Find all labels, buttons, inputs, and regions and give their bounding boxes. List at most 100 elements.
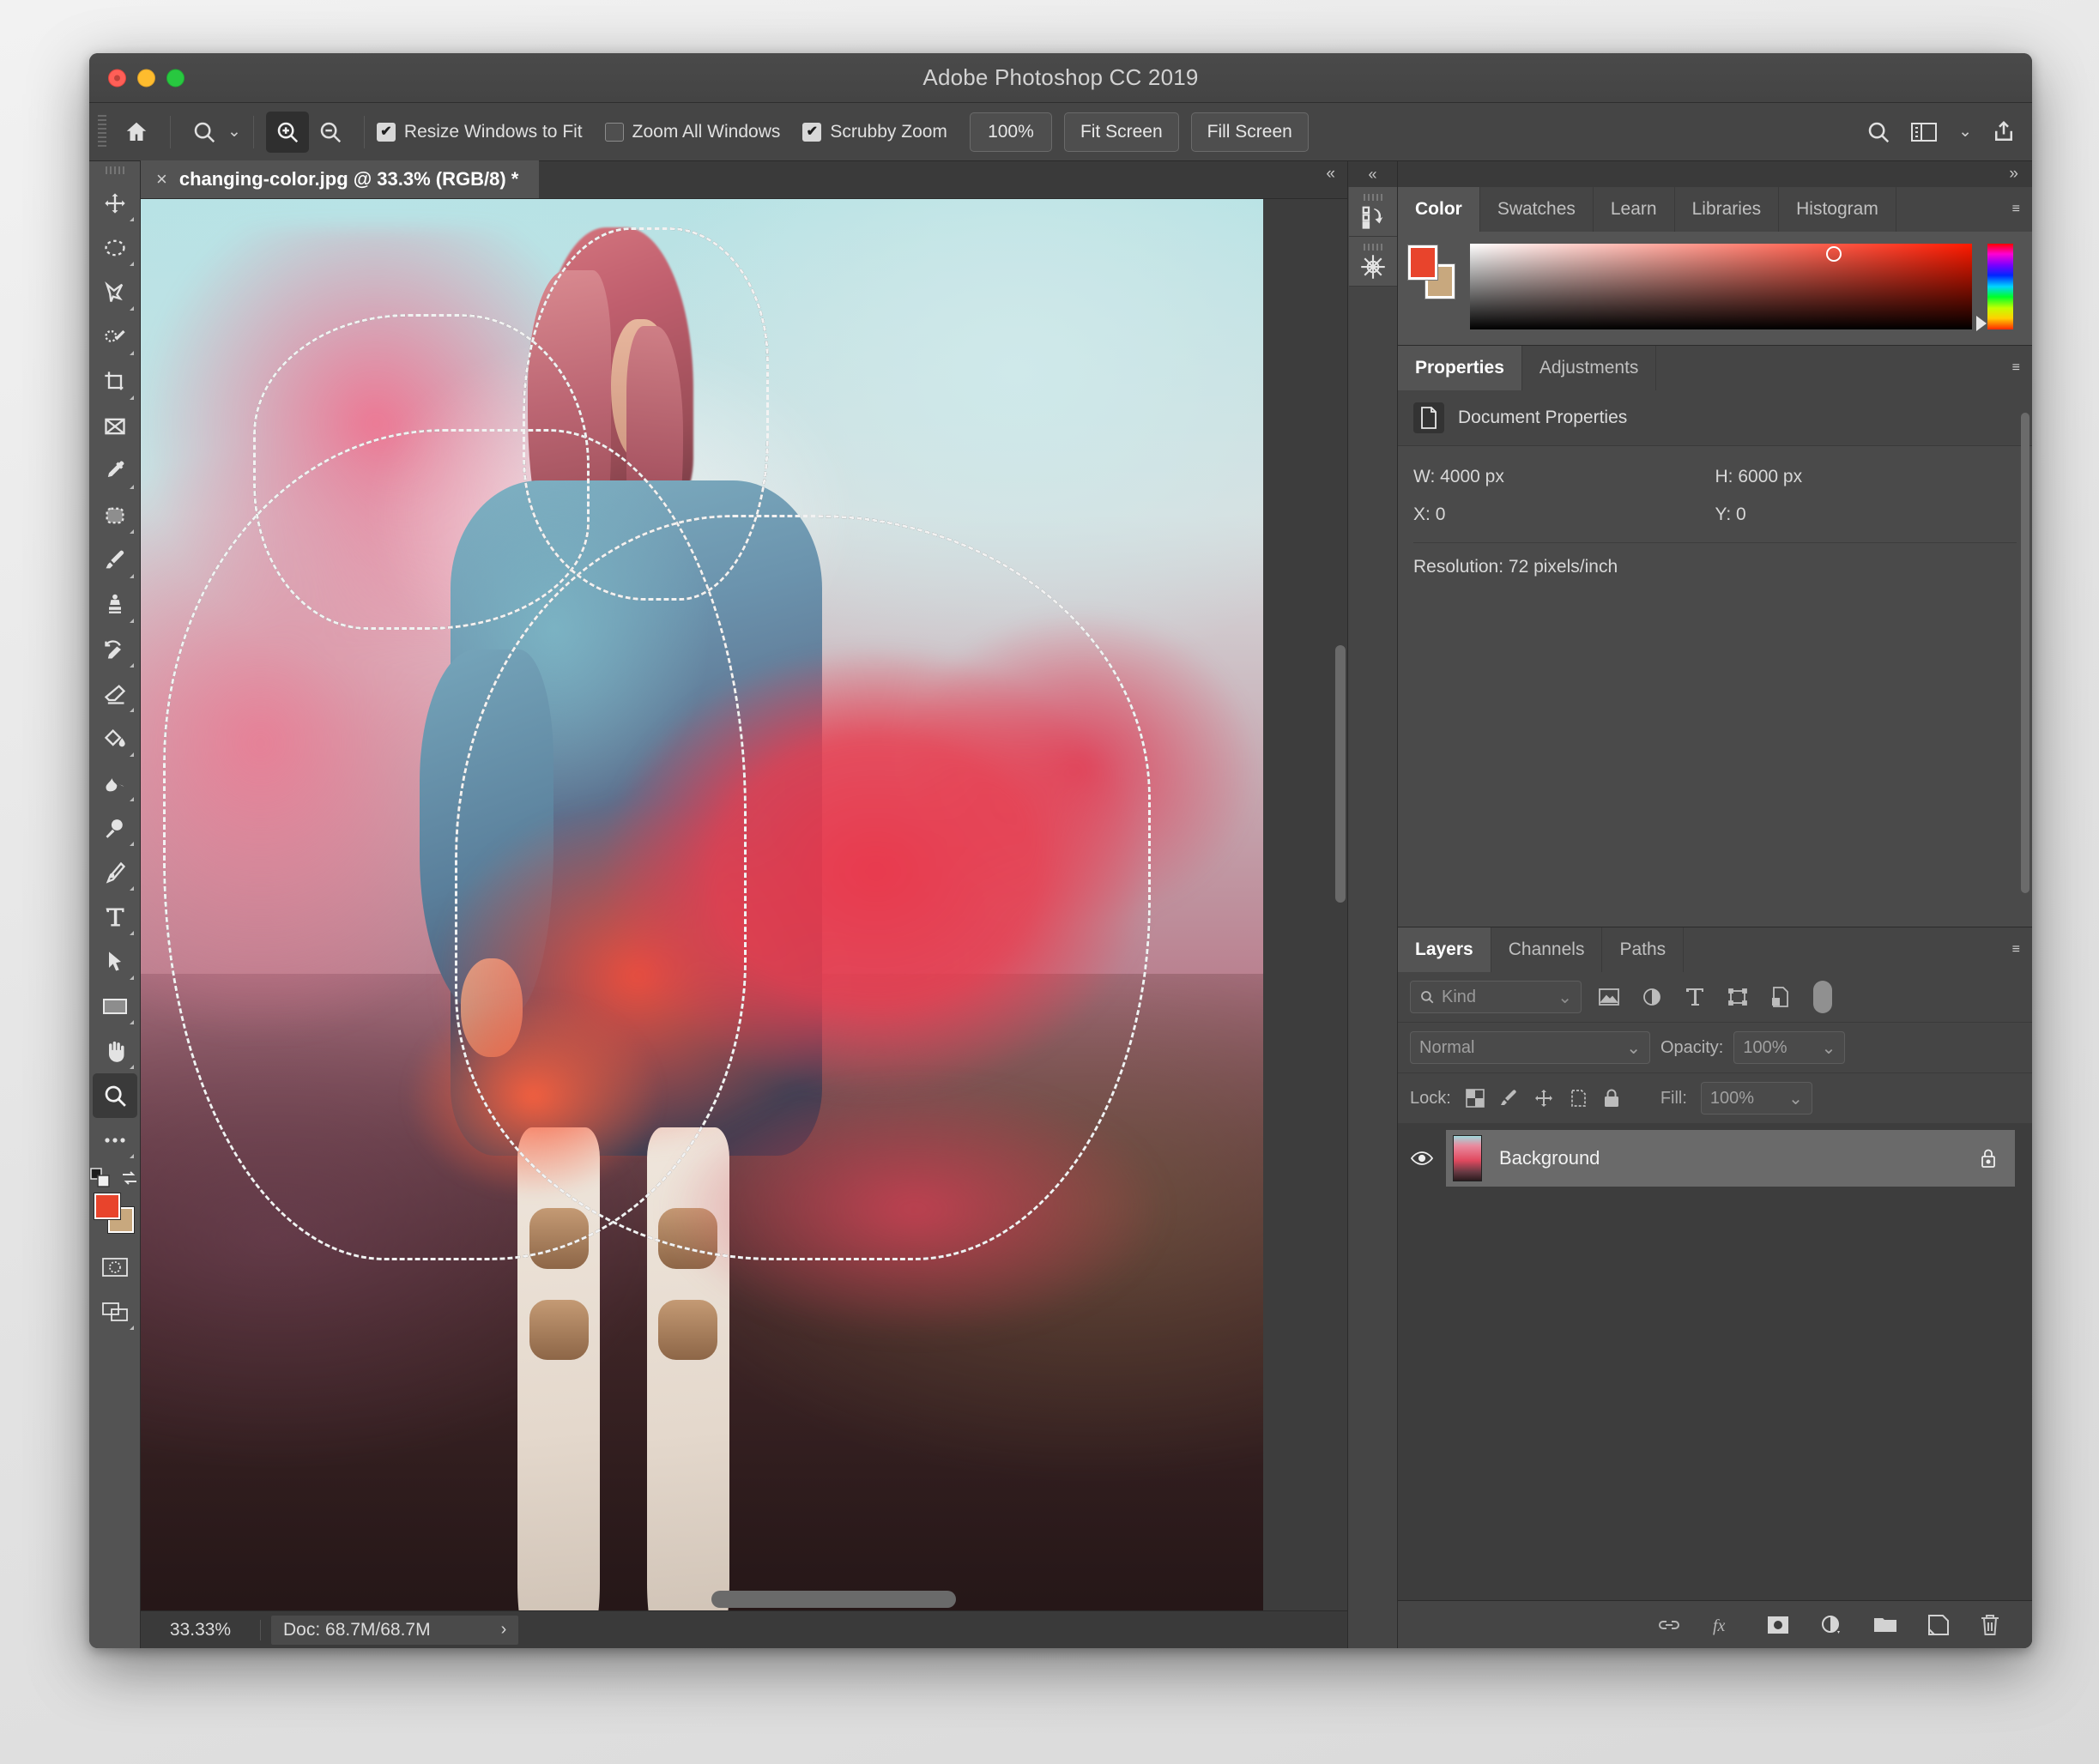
hue-strip[interactable]: [1987, 244, 2013, 329]
saturation-brightness-field[interactable]: [1470, 244, 1972, 329]
layer-visibility-eye-icon[interactable]: [1398, 1150, 1446, 1167]
layers-panel-menu-icon[interactable]: ≡: [2012, 942, 2020, 958]
properties-scrollbar[interactable]: [2021, 413, 2029, 893]
status-doc-info[interactable]: Doc: 68.7M/68.7M ›: [271, 1615, 519, 1645]
elliptical-marquee-tool[interactable]: [93, 226, 137, 270]
eyedropper-tool[interactable]: [93, 449, 137, 493]
canvas-area[interactable]: [141, 199, 1347, 1610]
eraser-tool[interactable]: [93, 672, 137, 716]
dodge-tool[interactable]: [93, 806, 137, 850]
color-panel-swatches[interactable]: [1407, 245, 1456, 299]
rectangle-tool[interactable]: [93, 984, 137, 1029]
chevron-down-icon[interactable]: ⌄: [1558, 987, 1572, 1008]
shape-layer-filter-icon[interactable]: [1722, 987, 1753, 1007]
checkbox-box[interactable]: [604, 122, 624, 142]
layer-locked-icon[interactable]: [1979, 1147, 1998, 1169]
zoom-100-button[interactable]: 100%: [969, 112, 1052, 152]
collapse-panels-icon[interactable]: «: [1326, 165, 1335, 184]
chevron-down-icon[interactable]: ⌄: [1810, 1037, 1836, 1059]
hand-tool[interactable]: [93, 1029, 137, 1073]
lock-transparent-pixels-icon[interactable]: [1465, 1088, 1485, 1109]
move-tool[interactable]: [93, 181, 137, 226]
status-zoom-level[interactable]: 33.33%: [141, 1619, 261, 1640]
layer-filter-kind-select[interactable]: Kind ⌄: [1410, 981, 1582, 1013]
filter-toggle-switch[interactable]: [1813, 981, 1832, 1013]
quick-mask-mode-icon[interactable]: [93, 1245, 137, 1290]
delete-layer-icon[interactable]: [1979, 1613, 2001, 1637]
color-panel-menu-icon[interactable]: ≡: [2012, 202, 2020, 217]
canvas-vertical-scrollbar[interactable]: [1335, 645, 1346, 903]
checkbox-box[interactable]: [802, 122, 822, 142]
actions-panel-icon[interactable]: [1348, 237, 1397, 287]
history-panel-icon[interactable]: [1348, 187, 1397, 237]
zoom-all-windows-checkbox[interactable]: Zoom All Windows: [604, 122, 780, 142]
chevron-down-icon[interactable]: ⌄: [1776, 1088, 1803, 1109]
status-expand-icon[interactable]: ›: [501, 1620, 507, 1640]
home-icon[interactable]: [115, 112, 158, 153]
quick-selection-tool[interactable]: [93, 315, 137, 359]
tab-properties[interactable]: Properties: [1398, 346, 1522, 390]
adjustment-layer-filter-icon[interactable]: [1636, 987, 1667, 1007]
blur-tool[interactable]: [93, 761, 137, 806]
layer-name[interactable]: Background: [1499, 1147, 1600, 1169]
blend-mode-select[interactable]: Normal ⌄: [1410, 1031, 1650, 1064]
pen-tool[interactable]: [93, 850, 137, 895]
layers-list[interactable]: Background: [1398, 1123, 2032, 1600]
layer-row[interactable]: Background: [1398, 1130, 2032, 1187]
new-layer-icon[interactable]: [1927, 1614, 1950, 1636]
fill-field[interactable]: 100% ⌄: [1700, 1082, 1812, 1115]
tab-layers[interactable]: Layers: [1398, 927, 1491, 972]
tool-preset-chevron-down-icon[interactable]: ⌄: [227, 122, 241, 142]
layer-style-fx-icon[interactable]: fx: [1711, 1614, 1737, 1636]
frame-tool[interactable]: [93, 404, 137, 449]
lock-position-icon[interactable]: [1533, 1088, 1554, 1109]
share-icon[interactable]: [1991, 119, 2017, 145]
swap-colors-icon[interactable]: [119, 1168, 140, 1188]
brush-tool[interactable]: [93, 538, 137, 583]
panels-expand-icon[interactable]: »: [1398, 161, 2032, 187]
tab-adjustments[interactable]: Adjustments: [1521, 346, 1657, 390]
color-panel-foreground-swatch[interactable]: [1407, 245, 1438, 281]
tab-libraries[interactable]: Libraries: [1674, 187, 1780, 232]
tab-learn[interactable]: Learn: [1593, 187, 1675, 232]
chevron-down-icon[interactable]: ⌄: [1614, 1037, 1641, 1059]
options-bar-grip[interactable]: [98, 114, 106, 149]
add-layer-mask-icon[interactable]: [1766, 1615, 1790, 1635]
smart-object-filter-icon[interactable]: [1765, 986, 1796, 1008]
color-swatches[interactable]: [93, 1192, 137, 1236]
zoom-in-button[interactable]: [265, 111, 309, 153]
workspace-chevron-down-icon[interactable]: ⌄: [1958, 122, 1972, 142]
properties-panel-menu-icon[interactable]: ≡: [2012, 360, 2020, 376]
new-adjustment-layer-icon[interactable]: [1819, 1614, 1843, 1636]
checkbox-box[interactable]: [376, 122, 396, 142]
color-picker-handle[interactable]: [1826, 246, 1842, 262]
edit-toolbar-button[interactable]: [93, 1118, 137, 1163]
new-group-icon[interactable]: [1872, 1615, 1898, 1635]
resize-windows-to-fit-checkbox[interactable]: Resize Windows to Fit: [376, 122, 583, 142]
opacity-field[interactable]: 100% ⌄: [1733, 1031, 1846, 1064]
type-layer-filter-icon[interactable]: [1679, 987, 1710, 1007]
lasso-tool[interactable]: [93, 270, 137, 315]
gradient-tool[interactable]: [93, 716, 137, 761]
lock-image-pixels-icon[interactable]: [1499, 1088, 1520, 1109]
history-brush-tool[interactable]: [93, 627, 137, 672]
minimize-window-button[interactable]: [137, 69, 155, 87]
spot-healing-brush-tool[interactable]: [93, 493, 137, 538]
clone-stamp-tool[interactable]: [93, 583, 137, 627]
path-selection-tool[interactable]: [93, 939, 137, 984]
layer-card[interactable]: Background: [1446, 1130, 2015, 1187]
rail-collapse-icon[interactable]: «: [1348, 161, 1397, 187]
screen-mode-icon[interactable]: [93, 1290, 137, 1334]
fill-screen-button[interactable]: Fill Screen: [1190, 112, 1309, 152]
fit-screen-button[interactable]: Fit Screen: [1063, 112, 1179, 152]
link-layers-icon[interactable]: [1656, 1616, 1682, 1634]
tab-paths[interactable]: Paths: [1602, 927, 1685, 972]
crop-tool[interactable]: [93, 359, 137, 404]
hue-marker[interactable]: [1976, 316, 1987, 331]
tab-swatches[interactable]: Swatches: [1479, 187, 1594, 232]
tab-histogram[interactable]: Histogram: [1779, 187, 1896, 232]
foreground-color-swatch[interactable]: [93, 1193, 121, 1220]
scrubby-zoom-checkbox[interactable]: Scrubby Zoom: [802, 122, 947, 142]
current-tool-icon[interactable]: [183, 112, 226, 153]
zoom-out-button[interactable]: [309, 112, 352, 153]
